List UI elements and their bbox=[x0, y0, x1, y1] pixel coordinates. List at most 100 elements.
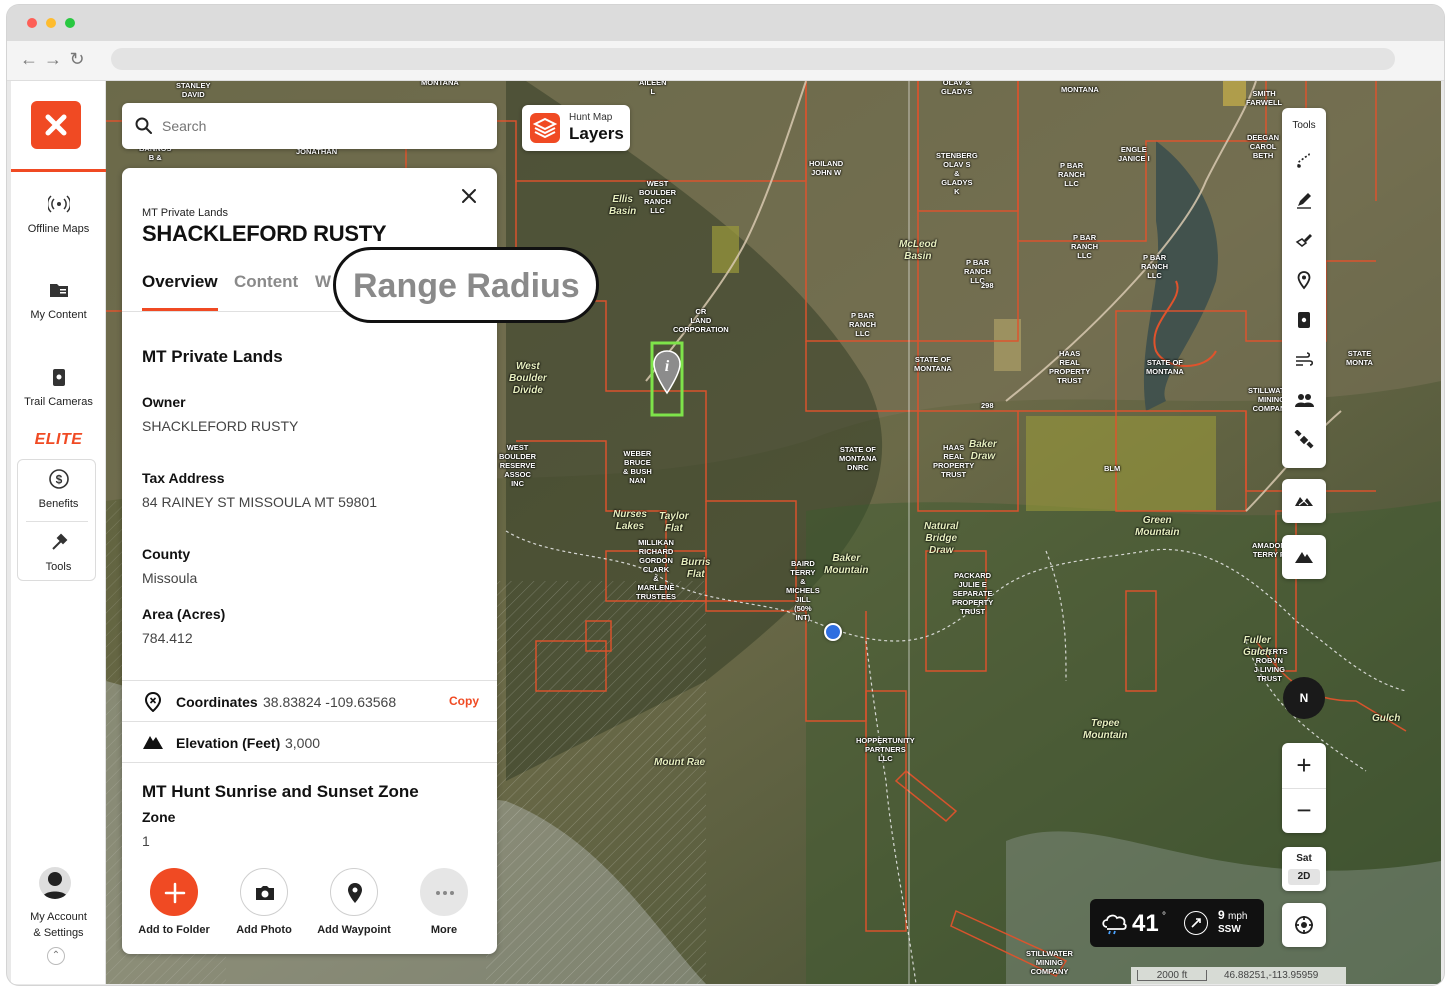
reload-icon[interactable]: ↻ bbox=[67, 49, 87, 69]
wind-speed-value: 9 bbox=[1218, 908, 1225, 922]
3d-terrain-button[interactable] bbox=[1282, 479, 1326, 523]
svg-text:i: i bbox=[665, 358, 670, 375]
forward-arrow-icon[interactable]: → bbox=[43, 49, 63, 69]
range-radius-label: Range Radius bbox=[353, 267, 580, 305]
map-label: STATE OF MONTANA DNRC bbox=[839, 445, 877, 472]
tax-address-label: Tax Address bbox=[142, 470, 225, 486]
sidebar-item-label: Offline Maps bbox=[27, 223, 90, 235]
add-waypoint-button[interactable]: Add Waypoint bbox=[314, 868, 394, 936]
map-label: WEBER BRUCE & BUSH NAN bbox=[623, 449, 652, 485]
sidebar-item-my-content[interactable]: My Content bbox=[11, 279, 106, 321]
crosshair-icon bbox=[1295, 916, 1313, 934]
add-photo-button[interactable]: Add Photo bbox=[224, 868, 304, 936]
more-icon bbox=[436, 891, 454, 895]
wind-direction-icon bbox=[1184, 911, 1208, 935]
pencil-icon[interactable] bbox=[1294, 190, 1314, 210]
avatar[interactable] bbox=[39, 867, 71, 899]
map-label: 298 bbox=[981, 401, 994, 410]
search-input[interactable] bbox=[162, 115, 482, 137]
map-label: AILEEN L bbox=[639, 81, 667, 96]
route-icon[interactable] bbox=[1294, 150, 1314, 170]
trail-camera-tool-icon[interactable] bbox=[1294, 310, 1314, 330]
account-settings-link[interactable]: My Account & Settings bbox=[11, 909, 106, 941]
sidebar-item-trail-cameras[interactable]: Trail Cameras bbox=[11, 366, 106, 408]
sidebar-item-benefits[interactable]: $ Benefits bbox=[11, 468, 106, 510]
section-title: MT Private Lands bbox=[142, 347, 283, 366]
camera-icon bbox=[256, 886, 274, 900]
elevation-label: Elevation (Feet) bbox=[176, 735, 281, 751]
temperature-degree: ° bbox=[1162, 911, 1166, 922]
map-label: West Boulder Divide bbox=[509, 361, 547, 396]
compass-button[interactable]: N bbox=[1283, 677, 1325, 719]
scale-distance: 2000 ft bbox=[1137, 970, 1207, 981]
area-label: Area (Acres) bbox=[142, 606, 226, 622]
minimize-window-button[interactable] bbox=[46, 18, 56, 28]
add-to-folder-button[interactable]: Add to Folder bbox=[134, 868, 214, 936]
layers-button[interactable]: Hunt Map Layers bbox=[522, 105, 630, 151]
map-label: MONTANA bbox=[1061, 85, 1099, 94]
offline-maps-icon bbox=[47, 195, 70, 213]
tab-content[interactable]: Content bbox=[234, 272, 298, 292]
tab-overview[interactable]: Overview bbox=[142, 272, 218, 292]
svg-text:$: $ bbox=[55, 473, 62, 487]
map-label: BLM bbox=[1104, 464, 1121, 473]
dollar-icon: $ bbox=[48, 469, 69, 489]
tools-toolbar: Tools bbox=[1282, 108, 1326, 468]
map-label: 298 bbox=[981, 281, 994, 290]
layers-icon bbox=[530, 113, 560, 143]
map-label: HOILAND JOHN W bbox=[809, 159, 844, 177]
map-label: CR LAND CORPORATION bbox=[673, 307, 729, 334]
tab-w[interactable]: W bbox=[315, 272, 331, 292]
selected-parcel-pin-icon[interactable]: i bbox=[650, 341, 686, 417]
wind-direction: SSW bbox=[1218, 924, 1241, 935]
close-window-button[interactable] bbox=[27, 18, 37, 28]
map-label: OLAV & GLADYS bbox=[941, 81, 973, 96]
map-label: Nurses Lakes bbox=[613, 509, 647, 532]
map-label: WEST BOULDER RANCH LLC bbox=[639, 179, 677, 215]
wind-icon[interactable] bbox=[1294, 350, 1314, 370]
group-icon[interactable] bbox=[1294, 390, 1314, 410]
back-arrow-icon[interactable]: ← bbox=[19, 49, 39, 69]
page-title: SHACKLEFORD RUSTY bbox=[142, 221, 387, 246]
browser-nav-bar: ← → ↻ bbox=[7, 41, 1444, 81]
range-radius-callout[interactable]: Range Radius bbox=[333, 247, 599, 323]
locate-button[interactable] bbox=[1282, 903, 1326, 947]
sidebar-item-tools[interactable]: Tools bbox=[11, 531, 106, 573]
chevron-up-icon[interactable]: ⌃ bbox=[47, 947, 65, 965]
search-box[interactable] bbox=[122, 103, 497, 149]
current-location-marker bbox=[824, 623, 842, 641]
terrain-button[interactable] bbox=[1282, 535, 1326, 579]
divider bbox=[122, 721, 497, 722]
elite-tools-box: $ Benefits Tools bbox=[17, 459, 96, 581]
sidebar-item-label: Tools bbox=[45, 561, 72, 573]
weather-widget[interactable]: 41 ° 9 mph SSW bbox=[1090, 899, 1264, 947]
sidebar-item-label: Trail Cameras bbox=[24, 396, 93, 408]
map-label: Natural Bridge Draw bbox=[924, 521, 959, 556]
account-label: My Account bbox=[30, 911, 87, 923]
waypoint-tool-icon[interactable] bbox=[1294, 270, 1314, 290]
county-label: County bbox=[142, 546, 191, 562]
map-mode-label: 2D bbox=[1288, 869, 1320, 885]
map-label: Baker Mountain bbox=[824, 553, 869, 576]
elite-label: ELITE bbox=[34, 431, 83, 448]
maximize-window-button[interactable] bbox=[65, 18, 75, 28]
more-button[interactable]: More bbox=[404, 868, 484, 936]
app-logo[interactable] bbox=[31, 101, 81, 149]
browser-window: ← → ↻ Offline Maps My Content Trail Came… bbox=[7, 5, 1444, 985]
satellite-icon[interactable] bbox=[1294, 430, 1314, 450]
copy-coordinates-button[interactable]: Copy bbox=[449, 694, 479, 708]
terrain-3d-icon bbox=[1295, 497, 1313, 506]
address-bar[interactable] bbox=[111, 48, 1395, 70]
map-label: Fuller Gulch bbox=[1243, 635, 1272, 658]
zoom-in-button[interactable]: + bbox=[1282, 743, 1326, 788]
map-label: MILLIKAN RICHARD GORDON CLARK & MARLENE … bbox=[636, 538, 677, 601]
map-label: P BAR RANCH LLC bbox=[1141, 253, 1169, 280]
close-icon[interactable] bbox=[458, 185, 480, 207]
basemap-toggle[interactable]: Sat 2D bbox=[1282, 847, 1326, 891]
zoom-out-button[interactable]: − bbox=[1282, 788, 1326, 833]
sidebar-item-offline-maps[interactable]: Offline Maps bbox=[11, 193, 106, 235]
waypoint-icon bbox=[348, 883, 362, 903]
title-bar bbox=[7, 5, 1444, 41]
draw-shape-icon[interactable] bbox=[1294, 230, 1314, 250]
trail-camera-icon bbox=[52, 369, 65, 386]
